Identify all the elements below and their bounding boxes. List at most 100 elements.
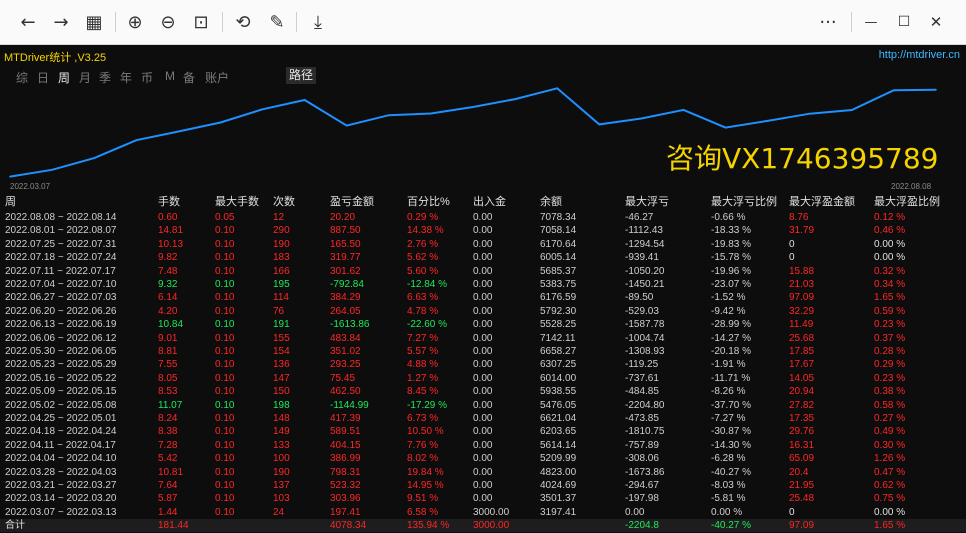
header-max-drawdown-pct[interactable]: 最大浮亏比例 [711, 196, 777, 209]
table-row[interactable]: 2022.03.28 ~ 2022.04.03 10.81 0.10 190 798.3… [0, 466, 966, 479]
balance-point [345, 124, 348, 127]
route-button[interactable]: 路径 [286, 67, 316, 84]
website-link[interactable]: http://mtdriver.cn [879, 49, 960, 61]
table-row[interactable]: 2022.07.18 ~ 2022.07.24 9.82 0.10 183 319.77… [0, 251, 966, 264]
table-row[interactable]: 2022.06.20 ~ 2022.06.26 4.20 0.10 76 264.05 4… [0, 305, 966, 318]
table-row[interactable]: 2022.07.11 ~ 2022.07.17 7.48 0.10 166 301.62… [0, 265, 966, 278]
total-lots: 181.44 [158, 520, 189, 532]
cell-max-lots: 0.10 [215, 413, 235, 424]
header-week[interactable]: 周 [5, 196, 16, 209]
fit-page-icon[interactable]: ⊡ [187, 8, 215, 36]
rotate-icon[interactable]: ⟲ [229, 8, 257, 36]
nav-item-5[interactable]: 年 [120, 69, 132, 86]
close-icon[interactable]: ✕ [922, 8, 950, 36]
balance-point [388, 114, 390, 117]
cell-max-lots: 0.10 [215, 359, 235, 371]
header-lots[interactable]: 手数 [158, 196, 180, 209]
table-row[interactable]: 2022.06.27 ~ 2022.07.03 6.14 0.10 114 384.29… [0, 291, 966, 304]
table-row[interactable]: 2022.05.16 ~ 2022.05.22 8.05 0.10 147 75.45 1… [0, 372, 966, 385]
table-row[interactable]: 2022.04.25 ~ 2022.05.01 8.24 0.10 148 417.39… [0, 412, 966, 425]
cell-max-lots: 0.10 [215, 426, 235, 438]
table-row[interactable]: 2022.08.01 ~ 2022.08.07 14.81 0.10 290 887.5… [0, 224, 966, 237]
table-row[interactable]: 2022.05.02 ~ 2022.05.08 11.07 0.10 198 -1144… [0, 399, 966, 412]
cell-max-drawdown-pct: -19.96 % [711, 265, 752, 277]
nav-item-6[interactable]: 币 [141, 69, 153, 86]
table-row[interactable]: 2022.05.30 ~ 2022.06.05 8.81 0.10 154 351.02… [0, 345, 966, 358]
nav-item-8[interactable]: 备 [183, 69, 195, 86]
table-row[interactable]: 2022.05.09 ~ 2022.05.15 8.53 0.10 150 462.50… [0, 385, 966, 398]
cell-percent: 14.38 % [407, 225, 444, 237]
minimize-icon[interactable]: — [857, 8, 885, 36]
back-arrow-icon[interactable]: ← [14, 8, 42, 36]
zoom-in-icon[interactable]: ⊕ [121, 8, 149, 36]
cell-week: 2022.03.14 ~ 2022.03.20 [5, 493, 117, 505]
cell-deposit-withdrawal: 0.00 [473, 346, 493, 357]
cell-balance: 6176.59 [540, 292, 577, 304]
cell-max-lots: 0.10 [215, 265, 235, 277]
header-percent[interactable]: 百分比% [407, 196, 450, 209]
cell-max-drawdown-pct: -6.28 % [711, 453, 746, 465]
cell-max-floating-profit-pct: 1.65 % [874, 292, 906, 304]
edit-icon[interactable]: ✎ [263, 8, 291, 36]
table-row[interactable]: 2022.03.14 ~ 2022.03.20 5.87 0.10 103 303.96… [0, 492, 966, 505]
cell-max-floating-profit-pct: 0.75 % [874, 493, 906, 505]
table-row[interactable]: 2022.06.06 ~ 2022.06.12 9.01 0.10 155 483.84… [0, 332, 966, 345]
table-row[interactable]: 2022.08.08 ~ 2022.08.14 0.60 0.05 12 20.20 0.… [0, 211, 966, 224]
cell-pnl: 319.77 [330, 252, 361, 264]
table-row[interactable]: 2022.07.04 ~ 2022.07.10 9.32 0.10 195 -792.8… [0, 278, 966, 291]
header-deposit-withdrawal[interactable]: 出入金 [473, 196, 506, 209]
cell-balance: 5209.99 [540, 453, 577, 465]
header-pnl[interactable]: 盈亏金额 [330, 196, 374, 209]
table-row[interactable]: 2022.04.11 ~ 2022.04.17 7.28 0.10 133 404.15… [0, 439, 966, 452]
cell-max-drawdown-pct: -8.03 % [711, 480, 746, 491]
cell-percent: 0.29 % [407, 212, 439, 223]
cell-max-lots: 0.10 [215, 439, 235, 451]
header-max-lots[interactable]: 最大手数 [215, 196, 259, 209]
toolbar-divider [222, 12, 223, 32]
cell-lots: 10.84 [158, 319, 184, 331]
cell-pnl: 523.32 [330, 480, 361, 491]
table-row[interactable]: 2022.03.21 ~ 2022.03.27 7.64 0.10 137 523.32… [0, 479, 966, 492]
cell-max-floating-profit-pct: 0.46 % [874, 225, 906, 237]
cell-max-drawdown-pct: -20.18 % [711, 346, 752, 357]
zoom-out-icon[interactable]: ⊖ [154, 8, 182, 36]
table-row[interactable]: 2022.04.04 ~ 2022.04.10 5.42 0.10 100 386.99… [0, 452, 966, 465]
cell-lots: 4.20 [158, 305, 178, 317]
nav-item-2[interactable]: 周 [58, 69, 70, 86]
header-max-floating-profit-pct[interactable]: 最大浮盈比例 [874, 196, 940, 209]
cell-trade-count: 191 [273, 319, 290, 331]
nav-item-4[interactable]: 季 [99, 69, 111, 86]
nav-item-9[interactable]: 账户 [205, 69, 229, 86]
cell-max-floating-profit-pct: 0.23 % [874, 372, 906, 384]
maximize-icon[interactable]: ☐ [890, 8, 918, 36]
nav-item-1[interactable]: 日 [37, 69, 49, 86]
cell-trade-count: 24 [273, 506, 285, 518]
table-row[interactable]: 2022.05.23 ~ 2022.05.29 7.55 0.10 136 293.25… [0, 358, 966, 371]
cell-max-floating-profit: 0 [789, 238, 795, 250]
cell-deposit-withdrawal: 0.00 [473, 212, 493, 223]
cell-week: 2022.05.16 ~ 2022.05.22 [5, 372, 117, 384]
grid-view-icon[interactable]: ▦ [80, 8, 108, 36]
table-row[interactable]: 2022.07.25 ~ 2022.07.31 10.13 0.10 190 165.5… [0, 238, 966, 251]
nav-item-0[interactable]: 综 [16, 69, 28, 86]
cell-week: 2022.04.18 ~ 2022.04.24 [5, 426, 117, 438]
header-trade-count[interactable]: 次数 [273, 196, 295, 209]
table-row[interactable]: 2022.04.18 ~ 2022.04.24 8.38 0.10 149 589.51… [0, 425, 966, 438]
table-row[interactable]: 2022.06.13 ~ 2022.06.19 10.84 0.10 191 -1613… [0, 318, 966, 331]
cell-pnl: -1144.99 [330, 399, 369, 411]
cell-max-floating-profit: 25.68 [789, 332, 815, 344]
cell-max-lots: 0.10 [215, 386, 235, 398]
header-max-floating-profit[interactable]: 最大浮盈金额 [789, 196, 855, 209]
cell-trade-count: 155 [273, 332, 290, 344]
nav-item-3[interactable]: 月 [79, 69, 91, 86]
cell-max-drawdown: -89.50 [625, 292, 654, 304]
cell-max-drawdown: -1587.78 [625, 319, 665, 331]
header-balance[interactable]: 余额 [540, 196, 562, 209]
table-row[interactable]: 2022.03.07 ~ 2022.03.13 1.44 0.10 24 197.41 6… [0, 506, 966, 519]
save-icon[interactable]: ⤓ [304, 8, 332, 36]
balance-point [724, 126, 727, 129]
forward-arrow-icon[interactable]: → [47, 8, 75, 36]
header-max-drawdown[interactable]: 最大浮亏 [625, 196, 669, 209]
more-options-icon[interactable]: ··· [814, 8, 842, 36]
nav-item-7[interactable]: M [165, 69, 175, 83]
